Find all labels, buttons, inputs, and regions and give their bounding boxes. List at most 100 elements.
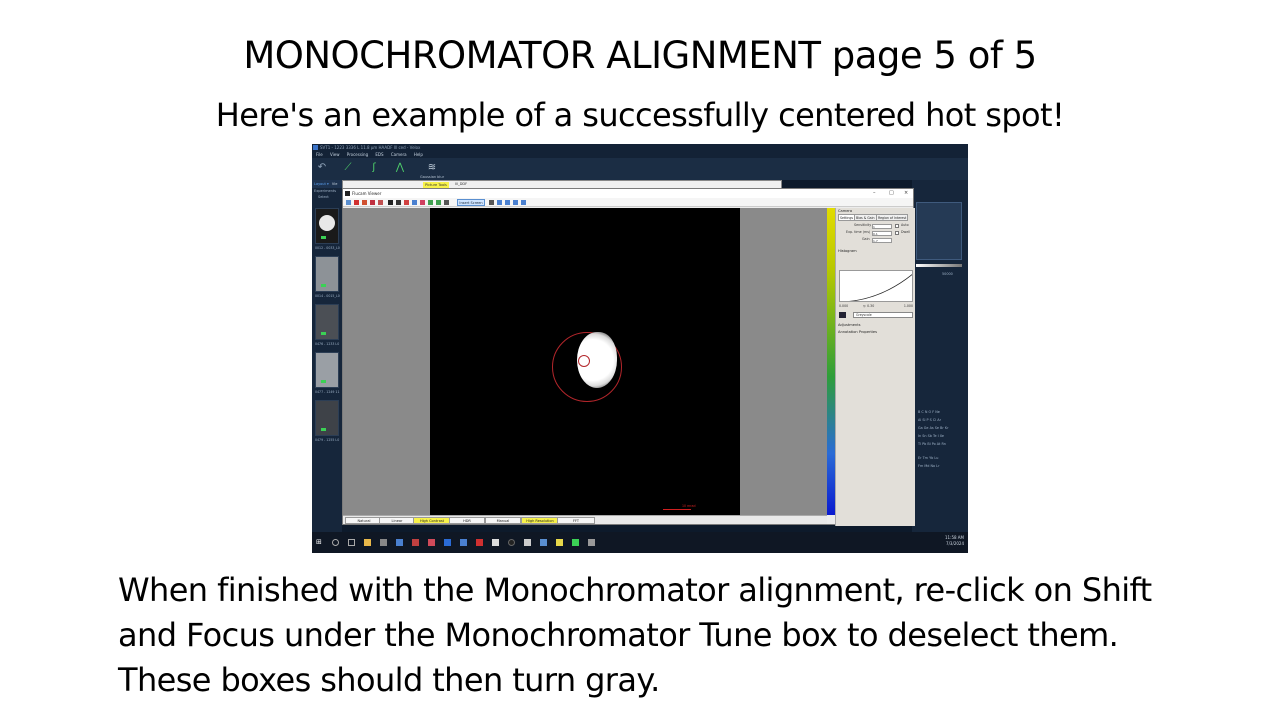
gaussian-blur-label: Gaussian blur [420,175,445,179]
line-tool-icon[interactable]: ⟋ [342,162,354,174]
periodic-row[interactable]: Er Tm Yb Lu [918,456,938,460]
menu-camera[interactable]: Camera [391,152,407,157]
mode-linear[interactable]: Linear [379,517,415,524]
image-tab[interactable]: Ill_DDF [455,182,467,186]
app-icon-2[interactable] [396,539,403,546]
mode-fft[interactable]: FFT [557,517,595,524]
curve-tool-icon[interactable]: ʃ [368,162,380,174]
app-icon-11[interactable] [540,539,547,546]
rect-tool-icon[interactable] [370,200,375,205]
select-button[interactable]: Select [316,194,342,200]
layout-tabs: Layout ▾ Vie [312,180,342,188]
camera-icon[interactable] [396,200,401,205]
settings-icon[interactable] [521,200,526,205]
periodic-row[interactable]: In Sn Sb Te I Xe [918,434,944,438]
spectrum-tool-icon[interactable]: ⋀ [394,162,406,174]
dwell-checkbox[interactable] [895,231,899,235]
right-dock-panel: 50000 B C N O F Ne Al Si P S Cl Ar Ga Ge… [912,180,968,532]
left-arrow-icon[interactable] [489,200,494,205]
task-view-icon[interactable] [348,539,355,546]
menu-eds[interactable]: EDS [375,152,383,157]
caption-line: When finished with the Monochromator ali… [118,571,1152,609]
viewer-toolbar: Insert Screen [343,198,913,207]
pause-icon[interactable] [388,200,393,205]
experiment-thumbnail[interactable] [315,208,339,244]
app-icon-10[interactable] [524,539,531,546]
experiment-thumbnail[interactable] [315,352,339,388]
periodic-row[interactable]: B C N O F Ne [918,410,940,414]
status-dot [321,236,326,239]
histogram-axis: 0.000 γ: 0.30 1.000 [839,304,913,308]
colormap-icon [839,312,846,318]
file-explorer-icon[interactable] [364,539,371,546]
experiment-thumbnail[interactable] [315,400,339,436]
auto-checkbox[interactable] [895,224,899,228]
app-icon-14[interactable] [588,539,595,546]
periodic-row[interactable]: Tl Pb Bi Po At Rn [918,442,946,446]
layout-tab[interactable]: Layout ▾ [314,182,329,186]
app-icon-6[interactable] [460,539,467,546]
fit-icon[interactable] [497,200,502,205]
mode-hdr[interactable]: HDR [449,517,485,524]
gaussian-blur-icon[interactable]: ≋ [426,162,438,174]
windows-start-icon[interactable]: ⊞ [316,539,323,546]
experiment-thumbnail[interactable] [315,256,339,292]
gain-field[interactable]: 1.7 [872,238,892,243]
system-clock[interactable]: 11:58 AM 7/3/2024 [945,535,964,547]
app-icon-7[interactable] [476,539,483,546]
mode-manual[interactable]: Manual [485,517,521,524]
colormap-select[interactable]: Greyscale [853,312,913,318]
app-icon-13[interactable] [572,539,579,546]
tab-roi[interactable]: Region of Interest [876,214,909,221]
menu-processing[interactable]: Processing [347,152,368,157]
menu-view[interactable]: View [330,152,340,157]
app-icon-8[interactable] [492,539,499,546]
app-icon-9[interactable] [508,539,515,546]
app-icon-3[interactable] [412,539,419,546]
annotation-properties-header[interactable]: Annotation Properties [836,329,879,335]
exp-time-field[interactable]: 0.1 [872,231,892,236]
flucam-image[interactable]: 10 mrad [430,208,740,515]
mode-high-contrast[interactable]: High Contrast [413,517,451,524]
play-icon[interactable] [428,200,433,205]
histogram-plot[interactable] [839,270,913,302]
sensitivity-field[interactable]: 1 [872,224,892,229]
minimize-icon[interactable]: – [873,189,876,198]
app-icon-12[interactable] [556,539,563,546]
mode-high-resolution[interactable]: High Resolution [521,517,559,524]
periodic-row[interactable]: Al Si P S Cl Ar [918,418,941,422]
mode-natural[interactable]: Natural [345,517,383,524]
intensity-colorbar [827,208,835,515]
tab-settings[interactable]: Settings [838,214,856,221]
select-tool-icon[interactable] [346,200,351,205]
periodic-row[interactable]: Fm Md No Lr [918,464,939,468]
gain-row: Gain 1.7 [836,237,915,244]
tab-bias-gain[interactable]: Bias & Gain [854,214,877,221]
app-icon-5[interactable] [444,539,451,546]
undo-icon[interactable]: ↶ [316,162,328,174]
zoom-icon[interactable] [412,200,417,205]
menu-file[interactable]: File [316,152,323,157]
record-icon[interactable] [404,200,409,205]
caption-line: These boxes should then turn gray. [118,661,660,699]
periodic-row[interactable]: Ga Ge As Se Br Kr [918,426,948,430]
view-tab[interactable]: Vie [332,182,337,186]
search-icon[interactable] [332,539,339,546]
overlay-icon[interactable] [513,200,518,205]
step-icon[interactable] [436,200,441,205]
thumbnail-label: 0479 - 1255 L0 [315,438,340,442]
app-icon-4[interactable] [428,539,435,546]
cross-tool-icon[interactable] [354,200,359,205]
close-icon[interactable]: × [904,189,908,198]
menu-help[interactable]: Help [414,152,423,157]
app-icon-1[interactable] [380,539,387,546]
reset-icon[interactable] [444,200,449,205]
experiment-thumbnail[interactable] [315,304,339,340]
grid-icon[interactable] [505,200,510,205]
insert-screen-button[interactable]: Insert Screen [457,199,485,206]
adjustments-header[interactable]: Adjustments [836,322,863,328]
ellipse-tool-icon[interactable] [378,200,383,205]
maximize-icon[interactable]: □ [889,189,894,198]
target-icon[interactable] [420,200,425,205]
line-tool-icon[interactable] [362,200,367,205]
